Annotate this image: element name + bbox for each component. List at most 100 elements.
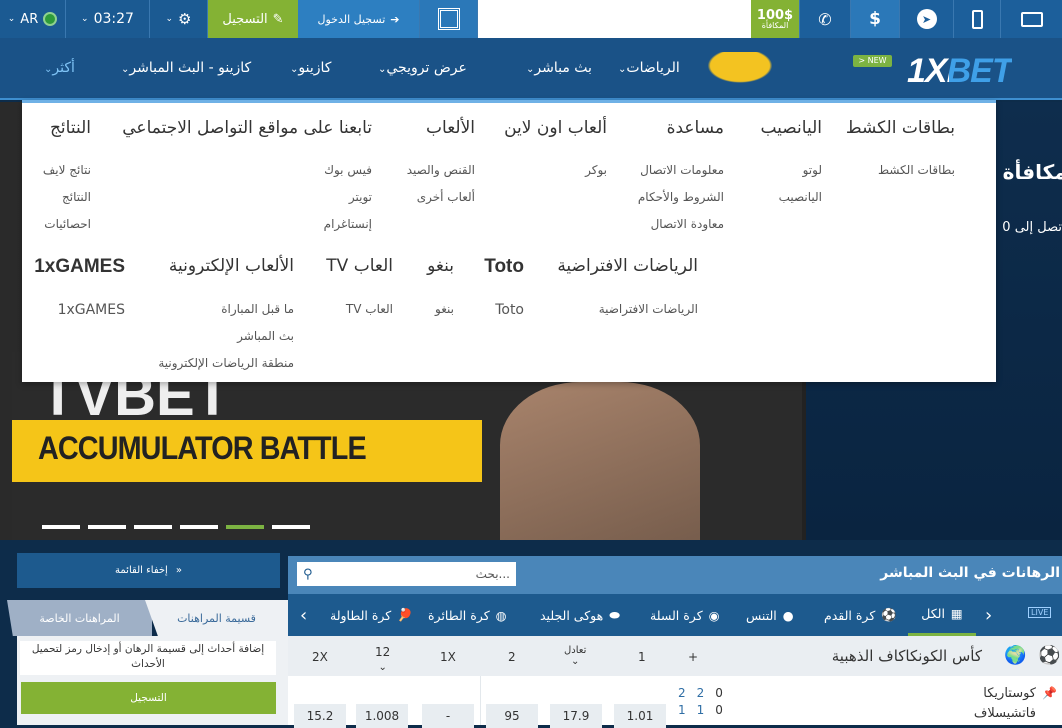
- menu-item[interactable]: لوتو: [803, 163, 822, 177]
- menu-item[interactable]: تويتر: [349, 190, 372, 204]
- menu-item[interactable]: احصائيات: [44, 217, 91, 231]
- menu-item[interactable]: بطاقات الكشط: [878, 163, 955, 177]
- nav-promo[interactable]: ⌄عرض ترويجي: [372, 60, 467, 76]
- tab-basketball[interactable]: كرة السلة ◉: [650, 594, 720, 636]
- menu-heading[interactable]: بنغو: [427, 256, 454, 276]
- menu-heading[interactable]: الألعاب الإلكترونية: [169, 256, 294, 276]
- slide-dot[interactable]: [88, 525, 126, 529]
- slide-dot[interactable]: [42, 525, 80, 529]
- banner-headline: ACCUMULATOR BATTLE: [38, 430, 367, 466]
- menu-item[interactable]: بث المباشر: [237, 329, 294, 343]
- nav-more[interactable]: ⌄أكثر: [38, 60, 75, 76]
- menu-item[interactable]: بوكر: [585, 163, 607, 177]
- mobile-icon: [971, 9, 983, 29]
- nav-casino[interactable]: ⌄كازينو: [284, 60, 331, 76]
- menu-item[interactable]: الشروط والأحكام: [638, 190, 724, 204]
- menu-heading[interactable]: Toto: [484, 256, 524, 278]
- tab-football[interactable]: كرة القدم ⚽: [824, 594, 897, 636]
- side-promo-title: المكافأة: [1002, 160, 1062, 184]
- menu-heading[interactable]: الرياضات الافتراضية: [557, 256, 698, 276]
- menu-item[interactable]: الرياضات الافتراضية: [599, 302, 698, 316]
- slide-dot[interactable]: [226, 525, 264, 529]
- menu-item[interactable]: ألعاب أخرى: [417, 190, 475, 204]
- menu-heading[interactable]: بطاقات الكشط: [846, 118, 955, 138]
- hide-menu-button[interactable]: «إخفاء القائمة: [17, 553, 280, 588]
- register-button[interactable]: التسجيل ✎: [208, 0, 298, 38]
- login-button[interactable]: تسجيل الدخول ➔: [298, 0, 420, 38]
- telegram-icon: ➤: [916, 9, 937, 29]
- menu-heading[interactable]: ألعاب اون لاين: [504, 118, 607, 138]
- league-title[interactable]: كأس الكونكاكاف الذهبية: [832, 647, 982, 665]
- nav-live[interactable]: ⌄بث مباشر: [520, 60, 592, 76]
- column-draw[interactable]: تعادل ⌄: [564, 645, 586, 667]
- menu-item[interactable]: اليانصيب: [779, 190, 822, 204]
- odd-draw[interactable]: 17.9: [550, 704, 602, 728]
- tab-table-tennis[interactable]: كرة الطاولة 🏓: [330, 594, 413, 636]
- menu-heading[interactable]: الألعاب: [426, 118, 475, 138]
- column-12[interactable]: 12 ⌄: [375, 645, 390, 673]
- menu-item[interactable]: فيس بوك: [324, 163, 372, 177]
- column-more[interactable]: +: [688, 650, 698, 664]
- odd-12[interactable]: 1.008: [356, 704, 408, 728]
- menu-item[interactable]: القنص والصيد: [407, 163, 475, 177]
- tabs-scroll-left[interactable]: ‹: [300, 594, 307, 636]
- menu-item[interactable]: نتائج لايف: [43, 163, 91, 177]
- chevron-down-icon: ⌄: [378, 662, 387, 673]
- menu-item[interactable]: النتائج: [62, 190, 91, 204]
- odd-1x[interactable]: -: [422, 704, 474, 728]
- menu-item[interactable]: العاب TV: [346, 302, 393, 316]
- search-input[interactable]: ⚲ بحث...: [297, 562, 516, 586]
- menu-item[interactable]: Toto: [495, 302, 524, 318]
- qr-code-button[interactable]: [420, 0, 478, 38]
- currency-button[interactable]: $: [851, 0, 900, 38]
- tab-tennis[interactable]: التنس ●: [746, 594, 794, 636]
- menu-item[interactable]: معاودة الاتصال: [651, 217, 724, 231]
- menu-heading[interactable]: اليانصيب: [760, 118, 822, 138]
- tab-private-bets[interactable]: المراهنات الخاصة: [7, 600, 152, 636]
- telegram-button[interactable]: ➤: [900, 0, 954, 38]
- menu-heading[interactable]: 1xGAMES: [34, 256, 125, 278]
- odd-2x[interactable]: 15.2: [294, 704, 346, 728]
- chevron-down-icon: ⌄: [7, 14, 16, 24]
- bonus-button[interactable]: 100$ المكافأة: [751, 0, 800, 38]
- time-selector[interactable]: ⌄ 03:27: [66, 0, 150, 38]
- car-promo-image[interactable]: [702, 52, 778, 86]
- slide-dot[interactable]: [180, 525, 218, 529]
- nav-live-casino[interactable]: ⌄كازينو - البث المباشر: [115, 60, 251, 76]
- menu-heading[interactable]: النتائج: [50, 118, 91, 138]
- settings-button[interactable]: ⌄ ⚙: [150, 0, 208, 38]
- nav-sports[interactable]: ⌄الرياضات: [612, 60, 680, 76]
- menu-item[interactable]: 1xGAMES: [58, 302, 125, 318]
- scoreboard: 220 110: [678, 686, 734, 717]
- basketball-icon: ◉: [708, 607, 720, 623]
- slide-dot[interactable]: [134, 525, 172, 529]
- menu-heading[interactable]: مساعدة: [667, 118, 724, 138]
- menu-item[interactable]: إنستاغرام: [324, 217, 372, 231]
- tab-volleyball[interactable]: كرة الطائرة ◍: [428, 594, 507, 636]
- side-promo-text: تصل إلى 0: [1002, 220, 1062, 235]
- phone-button[interactable]: ✆: [800, 0, 851, 38]
- volleyball-icon: ◍: [495, 607, 507, 623]
- tab-all[interactable]: الكل ▦: [908, 594, 976, 636]
- chevron-right-icon: ›: [985, 604, 993, 626]
- tabs-scroll-right[interactable]: ›: [985, 594, 992, 636]
- slide-dot[interactable]: [272, 525, 310, 529]
- odd-1[interactable]: 1.01: [614, 704, 666, 728]
- menu-item[interactable]: ما قبل المباراة: [221, 302, 294, 316]
- mobile-app-button[interactable]: [954, 0, 1001, 38]
- desktop-app-button[interactable]: [1001, 0, 1062, 38]
- sidebar-register-button[interactable]: التسجيل: [21, 682, 276, 714]
- new-badge: > NEW: [853, 55, 892, 67]
- pin-icon[interactable]: 📌: [1042, 686, 1057, 700]
- chevron-down-icon: ⌄: [570, 656, 580, 667]
- tab-ice-hockey[interactable]: هوكى الجليد ⬬: [540, 594, 620, 636]
- odd-2[interactable]: 95: [486, 704, 538, 728]
- menu-heading[interactable]: العاب TV: [326, 256, 393, 276]
- logo[interactable]: 1XBET: [907, 52, 1013, 91]
- menu-item[interactable]: منطقة الرياضات الإلكترونية: [158, 356, 294, 370]
- menu-item[interactable]: بنغو: [435, 302, 454, 316]
- menu-item[interactable]: معلومات الاتصال: [640, 163, 724, 177]
- menu-heading[interactable]: تابعنا على مواقع التواصل الاجتماعي: [122, 118, 372, 138]
- language-selector[interactable]: ⌄ AR: [0, 0, 66, 38]
- tab-bet-slip[interactable]: قسيمة المراهنات: [145, 600, 288, 636]
